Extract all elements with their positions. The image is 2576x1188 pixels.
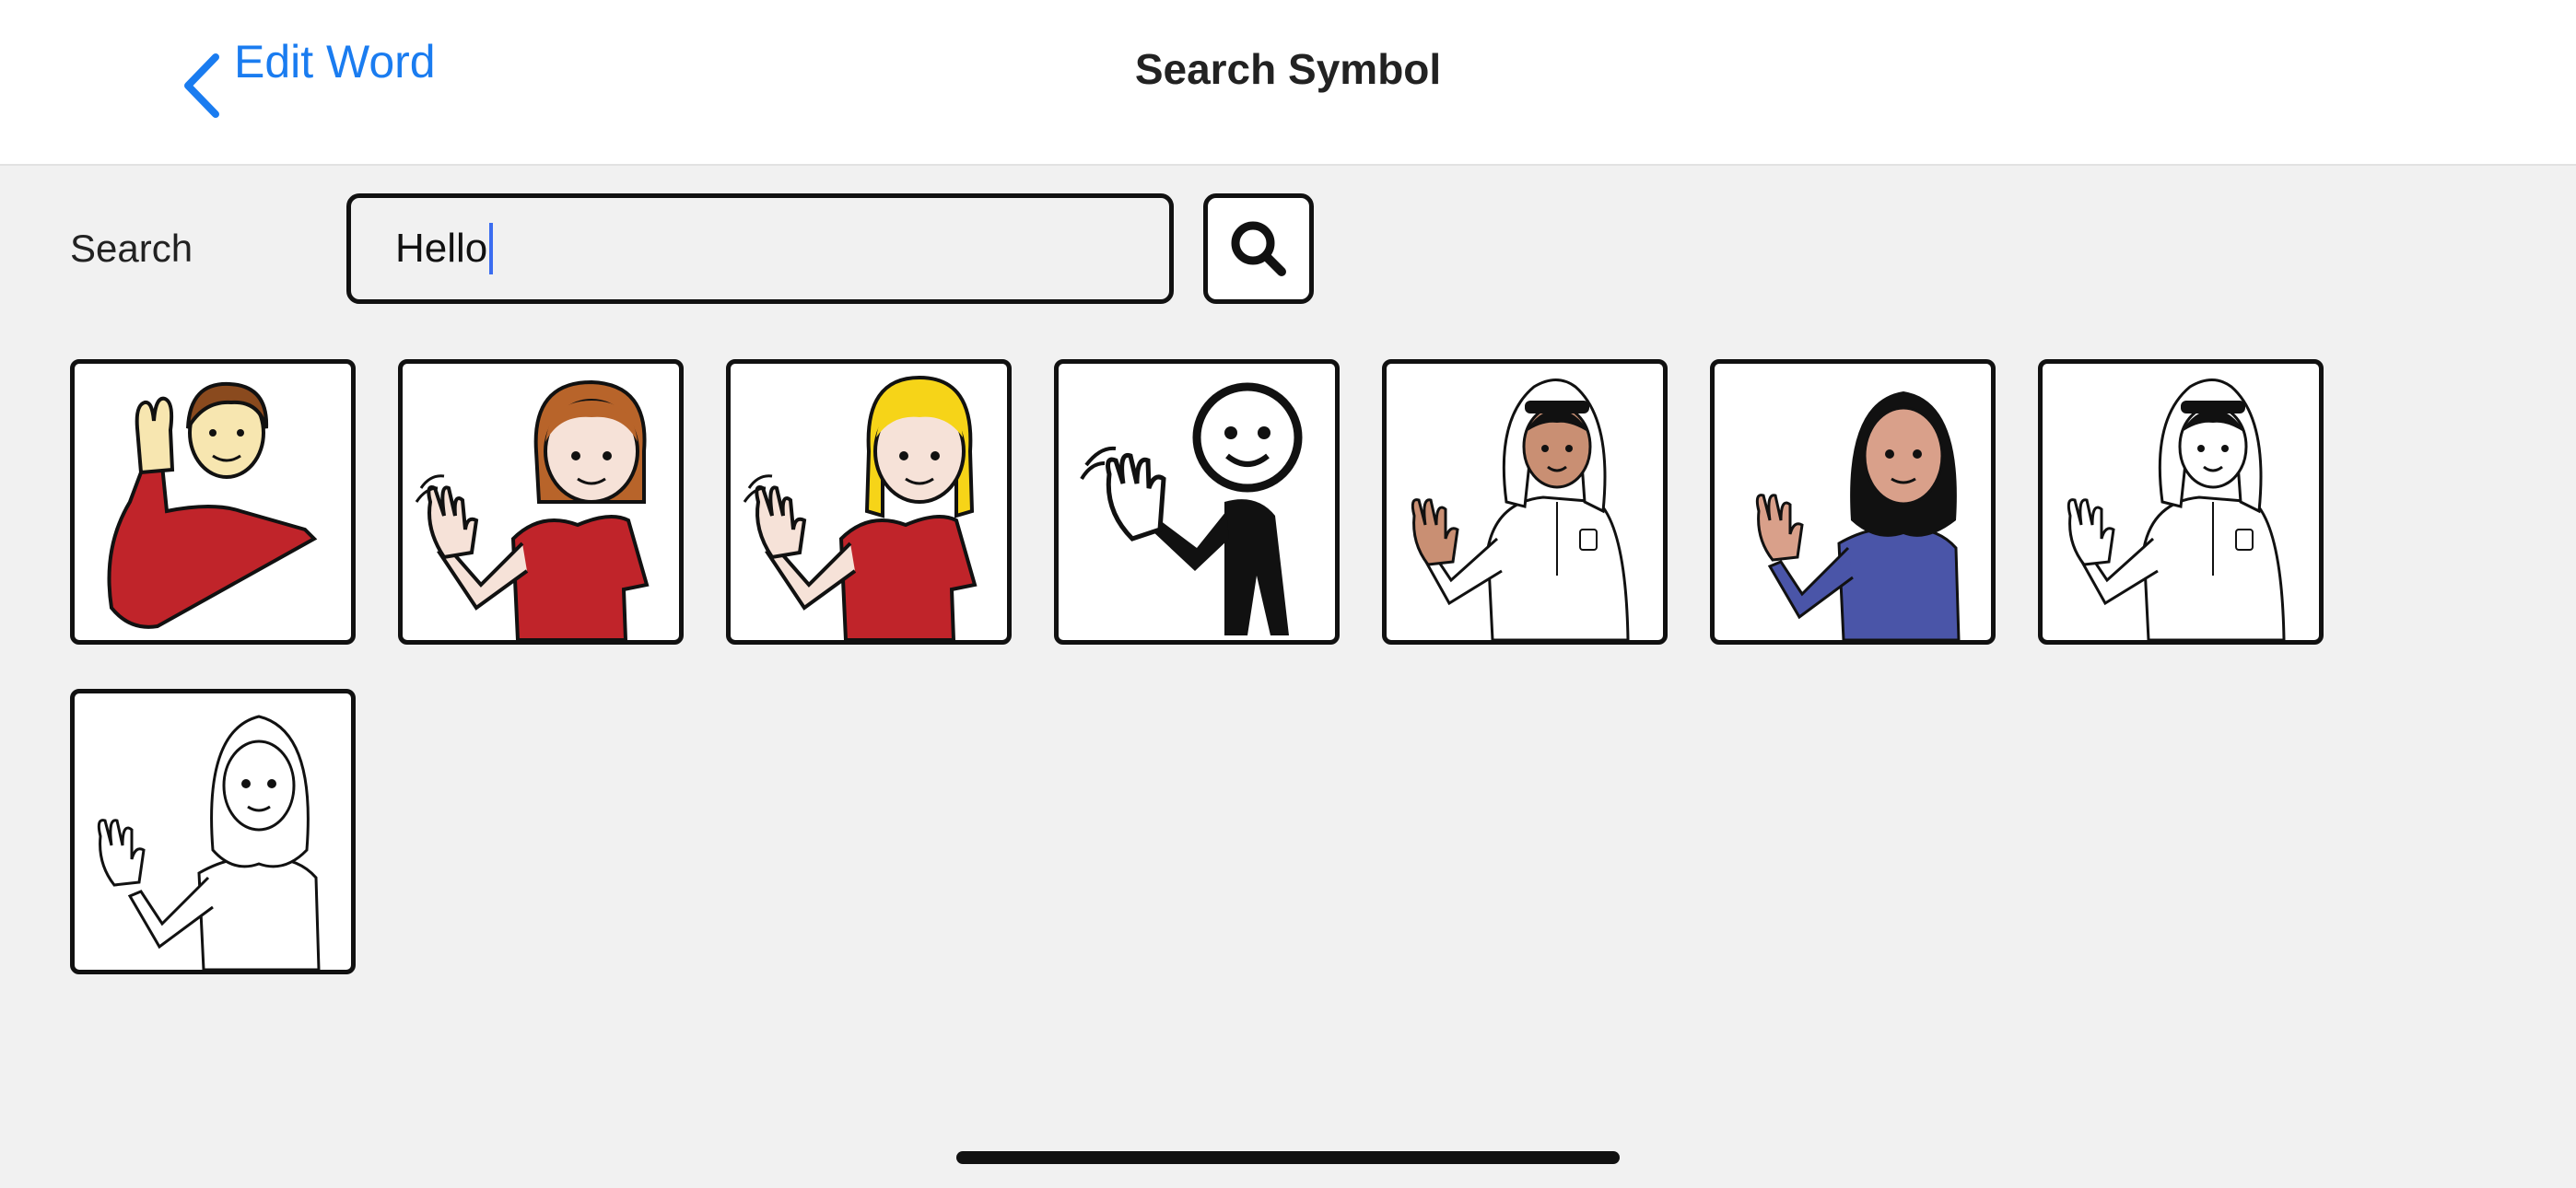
stick-figure-waving-icon [1080, 382, 1303, 635]
search-input-value: Hello [395, 226, 488, 271]
man-raising-hand-icon [107, 381, 318, 629]
man-in-ghutra-waving-outline-icon [2067, 379, 2286, 640]
symbol-tile[interactable] [1710, 359, 1996, 645]
symbol-tile[interactable] [398, 359, 684, 645]
symbol-tile[interactable] [726, 359, 1012, 645]
text-caret [489, 223, 494, 274]
symbol-tile[interactable] [70, 359, 356, 645]
symbol-tile[interactable] [70, 689, 356, 974]
man-in-ghutra-waving-icon [1411, 379, 1630, 640]
search-button[interactable] [1203, 193, 1314, 304]
search-input[interactable]: Hello [346, 193, 1174, 304]
home-indicator[interactable] [956, 1151, 1620, 1164]
woman-in-hijab-waving-icon [1755, 391, 1961, 640]
navigation-bar: Edit Word Search Symbol [0, 0, 2576, 166]
magnifier-icon [1231, 221, 1286, 276]
symbol-tile[interactable] [1382, 359, 1668, 645]
symbol-tile[interactable] [1054, 359, 1340, 645]
symbol-tile[interactable] [2038, 359, 2324, 645]
girl-waving-blonde-hair-icon [743, 375, 978, 640]
girl-waving-brown-hair-icon [415, 379, 650, 640]
search-label: Search [70, 227, 193, 270]
page-title: Search Symbol [1134, 45, 1442, 93]
person-in-hood-waving-outline-icon [97, 715, 321, 970]
